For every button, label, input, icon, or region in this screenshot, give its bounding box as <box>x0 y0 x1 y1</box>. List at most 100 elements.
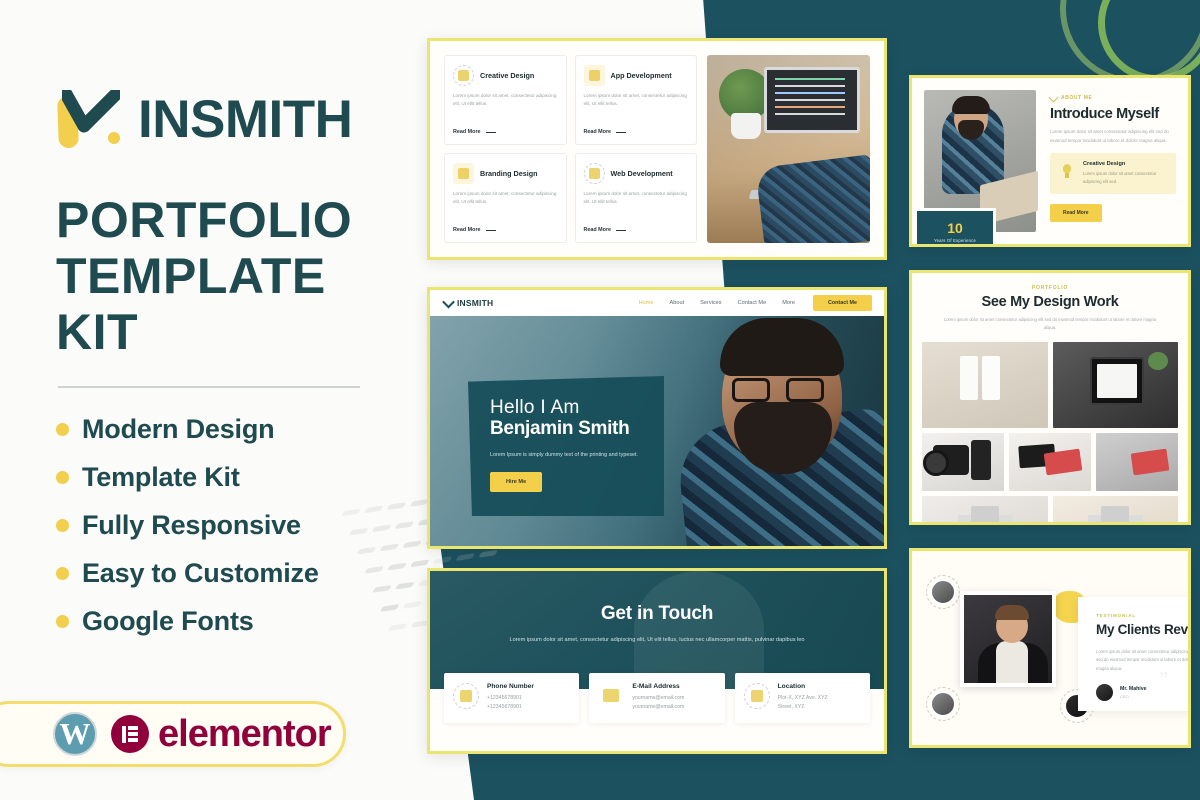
read-more-link[interactable]: Read More <box>584 227 689 233</box>
contact-label: Location <box>777 683 806 690</box>
read-more-link[interactable]: Read More <box>453 129 558 135</box>
reviewer-role: CEO <box>1120 694 1129 700</box>
bullet-icon <box>56 567 69 580</box>
hero-logo[interactable]: INSMITH <box>442 295 494 308</box>
desk-with-laptop-photo <box>707 55 870 243</box>
testimonial-eyebrow: TESTIMONIAL <box>1096 613 1136 618</box>
read-more-label: Read More <box>453 129 481 135</box>
service-title: Branding Design <box>480 169 538 178</box>
about-title: Introduce Myself <box>1050 106 1159 122</box>
nav-item-services[interactable]: Services <box>700 300 721 306</box>
service-box[interactable]: Web Development Lorem ipsum dolor sit ame… <box>574 153 697 243</box>
nav-item-home[interactable]: Home <box>639 300 654 306</box>
nav-item-contact-me[interactable]: Contact Me <box>738 300 767 306</box>
hero-logo-text: INSMITH <box>457 298 494 308</box>
about-eyebrow: ABOUT ME <box>1048 92 1176 103</box>
arrow-right-icon <box>616 229 627 231</box>
portfolio-preview-card[interactable]: PORTFOLIO See My Design Work Lorem ipsum… <box>909 270 1191 525</box>
service-box-grid: Creative Design Lorem ipsum dolor sit ame… <box>444 55 697 243</box>
thumb-stationery-mockup[interactable] <box>1052 495 1178 522</box>
contact-preview-card[interactable]: Get in Touch Lorem ipsum dolor sit amet,… <box>427 568 887 754</box>
page-title: PORTFOLIO TEMPLATE KIT <box>56 192 400 360</box>
app-icon <box>583 65 605 86</box>
chevron-down-icon <box>1048 92 1059 103</box>
service-title: Creative Design <box>480 71 535 80</box>
brand-lockup: INSMITH <box>56 88 400 150</box>
thumb-packaging-mockup[interactable] <box>922 341 1048 428</box>
thumb-tablet-on-desk[interactable] <box>1052 341 1178 428</box>
elementor-logo-icon <box>111 715 149 753</box>
nav-item-more[interactable]: More <box>782 300 795 306</box>
read-more-label: Read More <box>583 129 612 135</box>
hero-paragraph: Lorem Ipsum is simply dummy text of the … <box>490 451 639 458</box>
about-read-more-button[interactable]: Read More <box>1050 204 1102 223</box>
chevron-down-icon <box>442 295 455 308</box>
service-box[interactable]: Creative Design Lorem ipsum dolor sit ame… <box>444 55 567 145</box>
about-eyebrow-text: ABOUT ME <box>1061 94 1093 101</box>
dotted-circle-icon <box>583 163 605 184</box>
hire-me-button[interactable]: Hire Me <box>490 471 543 492</box>
about-highlight-box: Creative Design Lorem ipsum dolor sit am… <box>1050 153 1176 195</box>
phone-icon <box>453 683 479 709</box>
thumb-camera-and-bottle[interactable] <box>922 432 1004 491</box>
experience-label: Years Of Experience <box>933 238 977 243</box>
hero-contact-button[interactable]: Contact Me <box>812 295 872 311</box>
envelope-icon <box>598 683 624 709</box>
wordpress-logo-icon: W <box>53 712 97 756</box>
contact-info-cards: Phone Number +12345678901 +12345678901 E-Ma… <box>430 673 884 723</box>
nav-item-about[interactable]: About <box>670 300 685 306</box>
highlight-title: Creative Design <box>1083 161 1126 168</box>
hero-nav-menu: Home About Services Contact Me More <box>639 300 795 306</box>
contact-info-card[interactable]: E-Mail Address yourname@email.com yourname… <box>589 673 725 723</box>
bullet-icon <box>56 471 69 484</box>
contact-info-card[interactable]: Location Plot-X, XYZ Ave. XYZ Street, XYZ <box>734 673 870 723</box>
thumb-business-card-red[interactable] <box>1009 432 1091 491</box>
hero-photo-area: Hello I Am Benjamin Smith Lorem Ipsum is… <box>430 316 884 546</box>
contact-label: Phone Number <box>487 683 534 690</box>
experience-badge: 10 Years Of Experience <box>914 208 996 244</box>
logo-v-shape <box>62 90 120 133</box>
feature-item: Google Fonts <box>56 606 400 637</box>
service-body: Lorem ipsum dolor sit amet, consectetur … <box>453 93 557 107</box>
service-body: Lorem ipsum dolor sit amet, consectetur … <box>583 191 687 205</box>
hero-preview-card[interactable]: INSMITH Home About Services Contact Me More … <box>427 287 887 549</box>
experience-number: 10 <box>947 220 963 236</box>
testimonial-preview-card[interactable]: TESTIMONIAL My Clients Reviews Lorem ips… <box>909 548 1191 748</box>
read-more-link[interactable]: Read More <box>584 129 689 135</box>
feature-item: Modern Design <box>56 414 400 445</box>
contact-value: +12345678901 +12345678901 <box>487 695 522 711</box>
branding-icon <box>453 163 474 184</box>
glasses-icon <box>732 378 824 402</box>
contact-info-card[interactable]: Phone Number +12345678901 +12345678901 <box>444 673 580 723</box>
testimonial-paragraph: Lorem ipsum dolor sit amet consectetur a… <box>1096 649 1191 671</box>
work-thumbnail-grid <box>922 341 1178 522</box>
testimonial-title: My Clients Reviews <box>1096 622 1191 637</box>
about-paragraph: Lorem ipsum dolor sit amet consectetur a… <box>1050 129 1169 143</box>
about-preview-card[interactable]: 10 Years Of Experience ABOUT ME Introduc… <box>909 75 1191 247</box>
highlight-body: Lorem ipsum dolor sit amet consectetur a… <box>1083 171 1157 185</box>
service-box[interactable]: App Development Lorem ipsum dolor sit ame… <box>574 55 697 145</box>
bullet-icon <box>56 519 69 532</box>
feature-label: Fully Responsive <box>82 510 301 540</box>
hero-navbar: INSMITH Home About Services Contact Me More … <box>430 290 884 316</box>
contact-value: Plot-X, XYZ Ave. XYZ Street, XYZ <box>777 695 828 711</box>
reviewer: Mr. Mahive CEO <box>1096 684 1188 702</box>
services-preview-card[interactable]: Creative Design Lorem ipsum dolor sit ame… <box>427 38 887 260</box>
arrow-right-icon <box>485 131 496 133</box>
read-more-link[interactable]: Read More <box>453 227 558 233</box>
contact-header: Get in Touch Lorem ipsum dolor sit amet,… <box>430 571 884 689</box>
avatar[interactable] <box>926 687 960 721</box>
feature-item: Easy to Customize <box>56 558 400 589</box>
avatar[interactable] <box>926 575 960 609</box>
service-box[interactable]: Branding Design Lorem ipsum dolor sit ame… <box>444 153 567 243</box>
thumb-device-mockups[interactable] <box>922 495 1048 522</box>
feature-label: Easy to Customize <box>82 558 319 588</box>
platform-badge: W elementor <box>0 701 346 767</box>
dotted-circle-icon <box>453 65 474 86</box>
thumb-dark-business-cards[interactable] <box>1096 432 1178 491</box>
feature-item: Template Kit <box>56 462 400 493</box>
insmith-checkmark-logo-icon <box>56 88 126 150</box>
quote-icon: ” <box>1159 668 1168 690</box>
headline-line-1: PORTFOLIO <box>56 192 353 248</box>
elementor-wordmark: elementor <box>158 712 332 755</box>
